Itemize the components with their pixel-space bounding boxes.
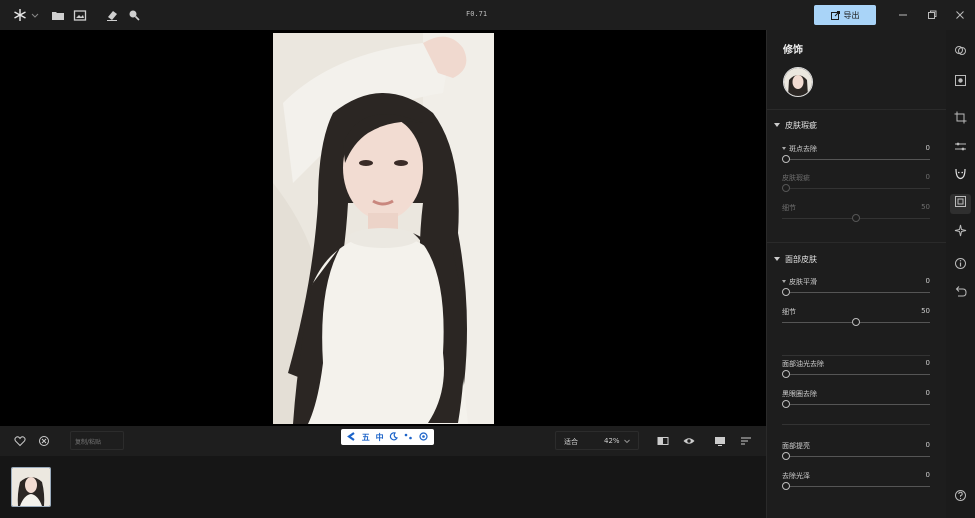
- slider-value: 50: [921, 203, 930, 211]
- filmstrip: [0, 456, 766, 518]
- slider-track[interactable]: [782, 188, 930, 189]
- close-icon[interactable]: [954, 9, 966, 21]
- section-title: 皮肤瑕疵: [785, 121, 817, 130]
- slider-value: 0: [925, 277, 930, 285]
- color-icon[interactable]: [954, 44, 967, 57]
- reject-icon[interactable]: [38, 435, 50, 447]
- caret-icon[interactable]: [782, 147, 786, 150]
- divider: [767, 109, 947, 110]
- divider: [782, 355, 930, 356]
- section-skin-blemish-header[interactable]: 皮肤瑕疵: [774, 120, 817, 131]
- slider-label: 去除光泽: [782, 472, 810, 480]
- file-name: F0.71: [466, 10, 488, 18]
- caret-icon[interactable]: [782, 280, 786, 283]
- sort-icon[interactable]: [740, 435, 752, 447]
- export-button[interactable]: 导出: [814, 5, 876, 25]
- export-label: 导出: [843, 10, 860, 20]
- frame-icon[interactable]: [954, 195, 967, 208]
- slider-label: 细节: [782, 204, 796, 212]
- slider-knob[interactable]: [852, 214, 860, 222]
- eraser-icon[interactable]: [105, 8, 119, 22]
- slider-value: 0: [925, 359, 930, 367]
- copy-paste-field[interactable]: 复制/粘贴: [70, 431, 124, 450]
- slider-knob[interactable]: [782, 370, 790, 378]
- retouch-panel: 修饰 皮肤瑕疵 斑点去除 0 皮肤瑕疵 0 细节 50 面部皮肤 皮肤平滑 0: [766, 30, 947, 518]
- adjust-sliders-icon[interactable]: [954, 140, 967, 153]
- section-face-skin-header[interactable]: 面部皮肤: [774, 254, 817, 265]
- slider-track[interactable]: [782, 456, 930, 457]
- image-icon[interactable]: [73, 8, 87, 22]
- title-bar: F0.71 导出: [0, 0, 975, 30]
- folder-icon[interactable]: [51, 8, 65, 22]
- face-preset-avatar[interactable]: [783, 67, 813, 97]
- minimize-icon[interactable]: [897, 9, 909, 21]
- slider-value: 0: [925, 389, 930, 397]
- portrait-photo: [273, 33, 494, 424]
- slider-track[interactable]: [782, 486, 930, 487]
- zoom-value[interactable]: 42%: [604, 437, 620, 445]
- slider-label: 细节: [782, 308, 796, 316]
- divider: [782, 424, 930, 425]
- export-icon: [830, 10, 840, 20]
- slider-value: 50: [921, 307, 930, 315]
- slider-knob[interactable]: [852, 318, 860, 326]
- slider-label: 斑点去除: [789, 145, 817, 153]
- slider-knob[interactable]: [782, 155, 790, 163]
- panel-title: 修饰: [783, 45, 803, 56]
- section-title: 面部皮肤: [785, 255, 817, 264]
- slider-label: 皮肤瑕疵: [782, 174, 810, 182]
- info-icon[interactable]: [954, 257, 967, 270]
- face-retouch-icon[interactable]: [954, 167, 967, 180]
- slider-label: 皮肤平滑: [789, 278, 817, 286]
- slider-knob[interactable]: [782, 452, 790, 460]
- history-undo-icon[interactable]: [954, 285, 967, 298]
- chevron-down-icon: [624, 439, 630, 444]
- ime-wubi-mode[interactable]: 五: [362, 432, 370, 443]
- slider-value: 0: [925, 144, 930, 152]
- app-logo-icon[interactable]: [13, 8, 27, 22]
- slider-track[interactable]: [782, 404, 930, 405]
- magnifier-icon[interactable]: [127, 8, 141, 22]
- auto-adjust-icon[interactable]: [954, 74, 967, 87]
- restore-icon[interactable]: [926, 9, 938, 21]
- monitor-icon[interactable]: [714, 435, 726, 447]
- slider-knob[interactable]: [782, 482, 790, 490]
- effects-sparkle-icon[interactable]: [954, 224, 967, 237]
- ime-logo-icon[interactable]: [346, 431, 356, 443]
- slider-track[interactable]: [782, 374, 930, 375]
- ime-moon-icon[interactable]: [389, 431, 399, 443]
- zoom-fit-label[interactable]: 适合: [564, 437, 578, 447]
- slider-track[interactable]: [782, 159, 930, 160]
- eye-icon[interactable]: [683, 435, 695, 447]
- heart-icon[interactable]: [14, 435, 26, 447]
- slider-value: 0: [925, 471, 930, 479]
- zoom-control[interactable]: 适合 42%: [555, 431, 639, 450]
- slider-knob[interactable]: [782, 184, 790, 192]
- slider-value: 0: [925, 441, 930, 449]
- crop-icon[interactable]: [954, 111, 967, 124]
- slider-knob[interactable]: [782, 400, 790, 408]
- slider-knob[interactable]: [782, 288, 790, 296]
- bottom-toolbar: 复制/粘贴 五 中 适合 42%: [0, 426, 766, 456]
- slider-label: 黑眼圈去除: [782, 390, 817, 398]
- slider-value: 0: [925, 173, 930, 181]
- ime-toolbar[interactable]: 五 中: [341, 429, 434, 445]
- chevron-down-icon[interactable]: [28, 8, 39, 22]
- slider-track[interactable]: [782, 292, 930, 293]
- ime-settings-icon[interactable]: [419, 431, 428, 443]
- slider-label: 面部油光去除: [782, 360, 824, 368]
- ime-chinese-mode[interactable]: 中: [376, 432, 384, 443]
- divider: [767, 242, 947, 243]
- help-icon[interactable]: [954, 489, 967, 502]
- compare-icon[interactable]: [657, 435, 669, 447]
- ime-punctuation-icon[interactable]: [404, 432, 413, 443]
- slider-label: 面部提亮: [782, 442, 810, 450]
- filmstrip-thumbnail[interactable]: [11, 467, 51, 507]
- tool-rail: [946, 30, 975, 518]
